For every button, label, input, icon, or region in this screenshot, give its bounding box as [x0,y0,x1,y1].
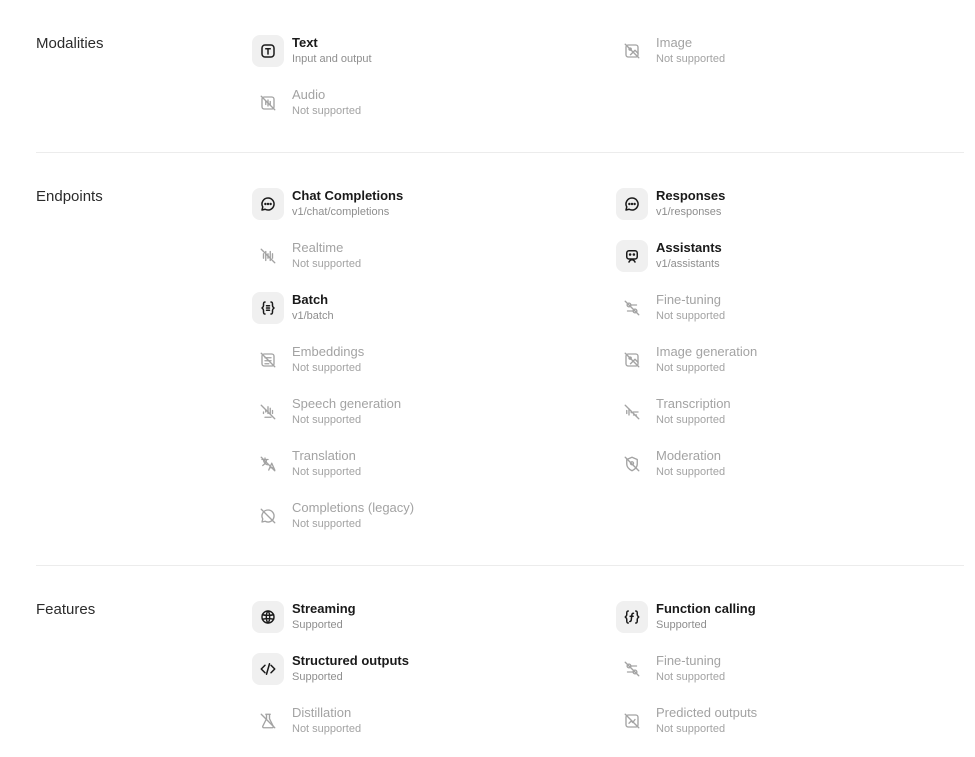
item-subtitle: Supported [292,619,343,631]
image-off-icon [616,344,648,376]
image-off-icon [616,35,648,67]
section-title-modalities: Modalities [36,35,104,52]
item-title: Transcription [656,396,731,411]
endpoint-translation: Translation Not supported [252,448,582,488]
section-title-features: Features [36,601,96,618]
item-subtitle: Not supported [292,518,362,530]
transcription-off-icon [616,396,648,428]
item-title: Structured outputs [292,653,409,668]
endpoint-assistants: Assistants v1/assistants [616,240,946,280]
item-title: Distillation [292,705,352,720]
item-subtitle: Not supported [656,671,726,683]
item-title: Predicted outputs [656,705,758,720]
feature-predicted-outputs: Predicted outputs Not supported [616,705,946,745]
endpoint-completions-legacy: Completions (legacy) Not supported [252,500,582,540]
assistant-icon [616,240,648,272]
endpoint-moderation: Moderation Not supported [616,448,946,488]
distillation-off-icon [252,705,284,737]
item-subtitle: Not supported [656,414,726,426]
fine-tuning-off-icon [616,653,648,685]
endpoint-embeddings: Embeddings Not supported [252,344,582,384]
function-icon [616,601,648,633]
item-subtitle: v1/responses [656,206,722,218]
feature-function-calling: Function calling Supported [616,601,946,641]
item-title: Realtime [292,240,344,255]
completions-off-icon [252,500,284,532]
item-subtitle: Not supported [292,414,362,426]
chat-icon [616,188,648,220]
item-title: Text [292,35,318,50]
item-subtitle: Not supported [292,466,362,478]
item-title: Speech generation [292,396,402,411]
item-subtitle: v1/chat/completions [292,206,390,218]
item-title: Chat Completions [292,188,404,203]
endpoint-transcription: Transcription Not supported [616,396,946,436]
item-subtitle: v1/batch [292,310,334,322]
fine-tuning-off-icon [616,292,648,324]
item-title: Moderation [656,448,722,463]
endpoint-speech-generation: Speech generation Not supported [252,396,582,436]
text-icon [252,35,284,67]
section-title-endpoints: Endpoints [36,188,103,205]
endpoint-image-generation: Image generation Not supported [616,344,946,384]
modality-audio: Audio Not supported [252,87,582,127]
endpoint-fine-tuning: Fine-tuning Not supported [616,292,946,332]
speech-off-icon [252,396,284,428]
endpoint-responses: Responses v1/responses [616,188,946,228]
item-subtitle: Not supported [656,362,726,374]
divider [36,565,964,566]
item-title: Image generation [656,344,758,359]
moderation-off-icon [616,448,648,480]
realtime-off-icon [252,240,284,272]
item-title: Translation [292,448,356,463]
item-title: Image [656,35,693,50]
feature-streaming: Streaming Supported [252,601,582,641]
modality-text: Text Input and output [252,35,582,75]
item-title: Assistants [656,240,722,255]
item-subtitle: Not supported [656,466,726,478]
streaming-icon [252,601,284,633]
item-subtitle: Supported [292,671,343,683]
item-subtitle: Not supported [292,105,362,117]
feature-distillation: Distillation Not supported [252,705,582,745]
item-subtitle: Not supported [292,362,362,374]
batch-icon [252,292,284,324]
chat-icon [252,188,284,220]
item-subtitle: Not supported [656,53,726,65]
item-subtitle: Not supported [292,258,362,270]
code-icon [252,653,284,685]
endpoint-batch: Batch v1/batch [252,292,582,332]
item-title: Batch [292,292,329,307]
endpoint-realtime: Realtime Not supported [252,240,582,280]
feature-structured-outputs: Structured outputs Supported [252,653,582,693]
item-subtitle: Not supported [656,723,726,735]
translation-off-icon [252,448,284,480]
item-title: Completions (legacy) [292,500,415,515]
item-title: Responses [656,188,726,203]
item-subtitle: Input and output [292,53,372,65]
item-title: Audio [292,87,326,102]
item-title: Embeddings [292,344,365,359]
modality-image: Image Not supported [616,35,946,75]
item-subtitle: v1/assistants [656,258,720,270]
item-subtitle: Not supported [292,723,362,735]
endpoint-chat-completions: Chat Completions v1/chat/completions [252,188,582,228]
feature-fine-tuning: Fine-tuning Not supported [616,653,946,693]
item-subtitle: Supported [656,619,707,631]
embeddings-off-icon [252,344,284,376]
audio-off-icon [252,87,284,119]
item-title: Fine-tuning [656,292,722,307]
divider [36,152,964,153]
predicted-off-icon [616,705,648,737]
item-title: Function calling [656,601,756,616]
item-title: Streaming [292,601,356,616]
item-title: Fine-tuning [656,653,722,668]
item-subtitle: Not supported [656,310,726,322]
